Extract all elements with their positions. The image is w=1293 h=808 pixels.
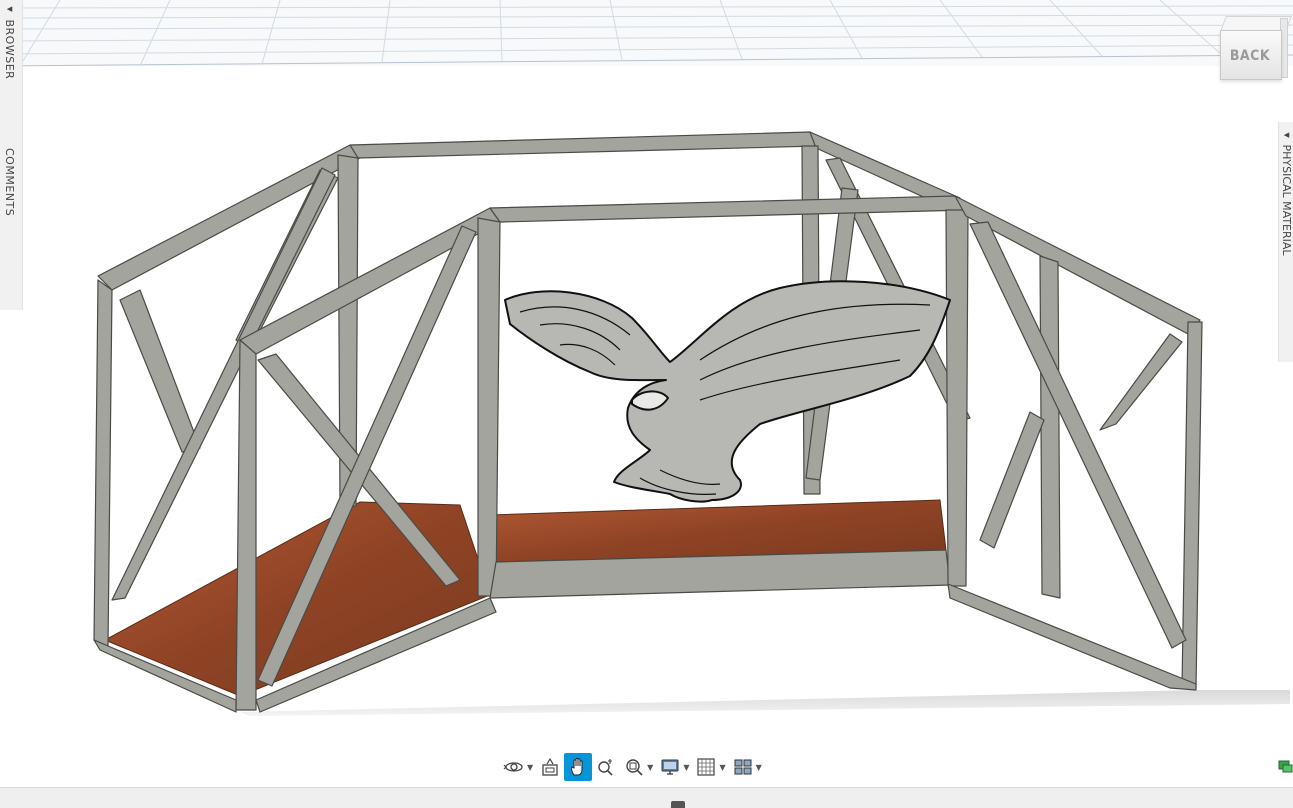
orbit-icon: [503, 762, 523, 772]
eagle-icon: [504, 280, 951, 503]
comment-icon[interactable]: [1278, 759, 1293, 774]
chevron-down-icon[interactable]: ▼: [719, 763, 725, 772]
wood-floor: [103, 499, 947, 697]
look-at-icon: [542, 757, 558, 776]
monitor-icon: [661, 759, 679, 775]
viewports-button[interactable]: ▼: [729, 753, 765, 781]
viewcube[interactable]: BACK: [1216, 14, 1292, 80]
grid-snaps-button[interactable]: ▼: [692, 753, 728, 781]
orbit-button[interactable]: ▼: [500, 753, 536, 781]
left-side-panel: ◂ BROWSER COMMENTS: [0, 0, 23, 310]
ground-shadow: [240, 690, 1290, 716]
pan-button[interactable]: [564, 753, 593, 781]
zoom-window-button[interactable]: ▼: [620, 753, 656, 781]
3d-viewport[interactable]: ◂ BROWSER COMMENTS ◂ PHYSICAL MATERIAL B…: [0, 0, 1293, 787]
chevron-down-icon[interactable]: ▼: [647, 763, 653, 772]
chevron-down-icon[interactable]: ▼: [756, 763, 762, 772]
display-settings-button[interactable]: ▼: [656, 753, 692, 781]
browser-tab[interactable]: ◂ BROWSER: [3, 2, 16, 79]
viewcube-label: BACK: [1229, 48, 1271, 64]
timeline-bar: [0, 787, 1293, 808]
pan-hand-icon: [571, 757, 583, 776]
chevron-down-icon[interactable]: ▼: [527, 763, 533, 772]
zoom-window-icon: [626, 759, 643, 776]
look-at-button[interactable]: [536, 753, 564, 781]
grid-icon: [697, 758, 716, 776]
model-canvas[interactable]: [0, 0, 1293, 787]
comments-tab[interactable]: COMMENTS: [3, 148, 16, 216]
viewports-icon: [734, 759, 752, 775]
right-side-panel: ◂ PHYSICAL MATERIAL: [1278, 122, 1293, 362]
zoom-icon: [598, 759, 613, 776]
ground-grid: [0, 0, 1293, 67]
zoom-button[interactable]: [592, 753, 620, 781]
physical-material-tab[interactable]: ◂ PHYSICAL MATERIAL: [1280, 128, 1293, 256]
navigation-toolbar: ▼ ▼ ▼ ▼ ▼: [500, 752, 798, 782]
chevron-down-icon[interactable]: ▼: [683, 763, 689, 772]
